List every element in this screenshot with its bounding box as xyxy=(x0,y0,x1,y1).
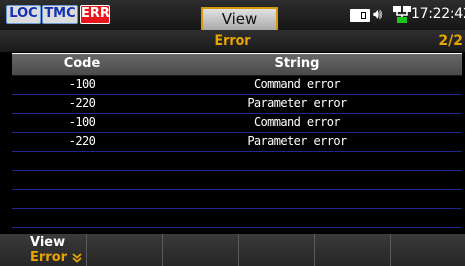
softkey-4[interactable] xyxy=(239,234,315,266)
error-string: Command error xyxy=(253,77,341,91)
double-chevron-down-icon xyxy=(72,253,82,263)
error-table: Code String -100 Command error -220 Para… xyxy=(12,53,462,233)
softkey-value: Error xyxy=(30,250,68,265)
battery-icon xyxy=(350,9,370,22)
softkey-6[interactable] xyxy=(391,234,465,266)
tmc-indicator: TMC xyxy=(42,5,78,24)
table-row xyxy=(12,171,462,190)
table-header: Code String xyxy=(12,54,462,76)
page-indicator: 2/2 xyxy=(438,33,463,49)
column-header-code: Code xyxy=(63,56,101,71)
error-code: -220 xyxy=(68,134,96,148)
error-string: Command error xyxy=(253,115,341,129)
clock: 17:22:42 xyxy=(411,6,465,22)
error-string: Parameter error xyxy=(247,96,347,110)
page-title: Error xyxy=(214,33,251,49)
table-row xyxy=(12,209,462,228)
tab-view[interactable]: View xyxy=(201,7,278,30)
softkey-label: View xyxy=(30,235,66,250)
softkey-3[interactable] xyxy=(163,234,239,266)
error-code: -100 xyxy=(68,77,96,91)
table-row[interactable]: -220 Parameter error xyxy=(12,133,462,152)
error-code: -100 xyxy=(68,115,96,129)
table-row xyxy=(12,190,462,209)
softkey-2[interactable] xyxy=(87,234,163,266)
softkey-bar: View Error xyxy=(0,234,465,266)
softkey-5[interactable] xyxy=(315,234,391,266)
softkey-view-select[interactable]: View Error xyxy=(10,234,87,266)
error-string: Parameter error xyxy=(247,134,347,148)
title-bar: Error 2/2 xyxy=(0,30,465,52)
table-row[interactable]: -100 Command error xyxy=(12,114,462,133)
column-header-string: String xyxy=(274,56,320,71)
network-icon xyxy=(393,6,411,23)
speaker-icon: 🔊︎ xyxy=(373,5,383,23)
table-row[interactable]: -220 Parameter error xyxy=(12,95,462,114)
error-indicator[interactable]: ERR xyxy=(80,5,110,24)
error-code: -220 xyxy=(68,96,96,110)
table-row[interactable]: -100 Command error xyxy=(12,76,462,95)
table-row xyxy=(12,152,462,171)
status-bar: LOC TMC ERR View 🔊︎ 17:22:42 xyxy=(0,0,465,30)
local-indicator: LOC xyxy=(6,5,41,24)
